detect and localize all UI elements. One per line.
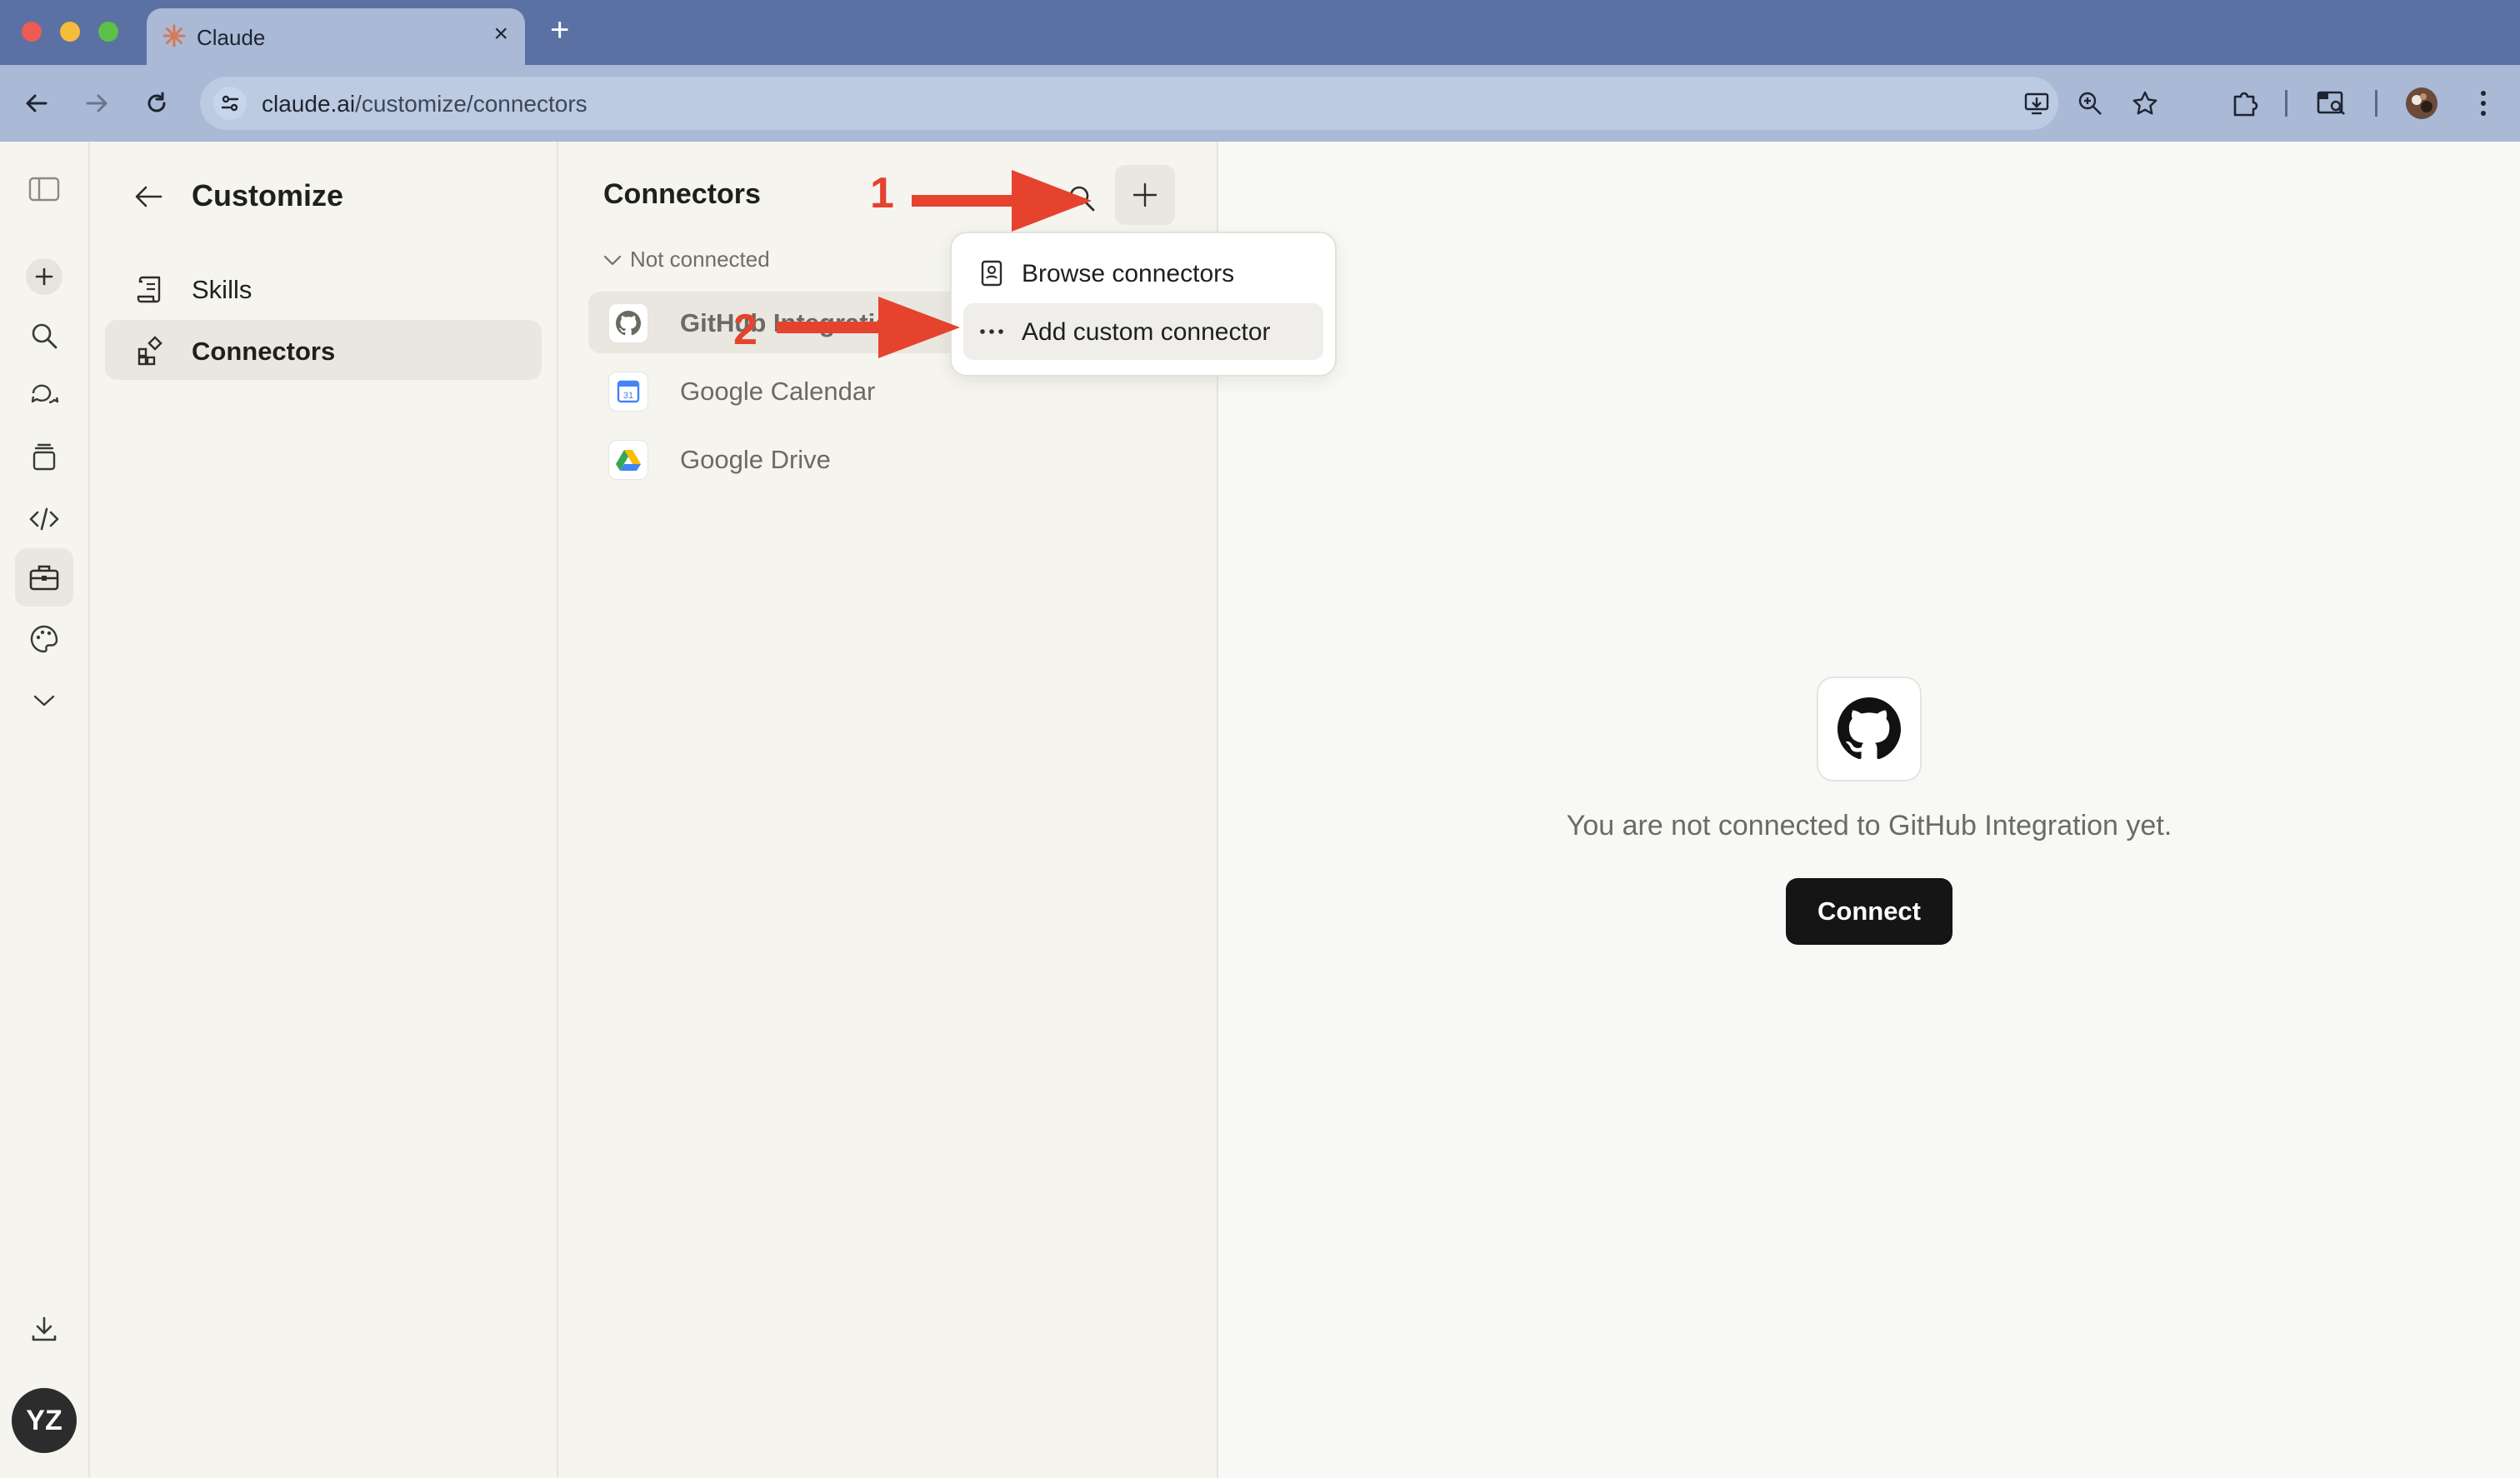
left-rail: YZ	[0, 142, 90, 1478]
google-drive-icon	[608, 440, 648, 480]
download-app-button[interactable]	[23, 1308, 65, 1350]
new-chat-button[interactable]	[26, 258, 62, 295]
download-icon	[32, 1316, 57, 1341]
connector-detail-pane: You are not connected to GitHub Integrat…	[1218, 142, 2520, 1478]
page-title: Customize	[192, 178, 344, 212]
address-bar[interactable]: claude.ai/customize/connectors	[200, 77, 2158, 130]
google-calendar-icon: 31	[608, 372, 648, 412]
palette-icon	[30, 625, 58, 653]
claude-app: YZ Customize Skills Connectors Connector…	[0, 142, 2520, 1478]
back-button[interactable]	[130, 178, 167, 215]
customize-button[interactable]	[23, 557, 65, 598]
forward-button[interactable]	[78, 85, 115, 122]
kebab-menu-icon	[2481, 91, 2486, 116]
connector-item-google-drive[interactable]: Google Drive	[588, 428, 1055, 490]
chevron-down-icon	[33, 695, 55, 707]
annotation-step-1: 1	[870, 169, 894, 217]
toolbar-separator	[2285, 90, 2288, 117]
group-label: Not connected	[630, 247, 770, 272]
tab-search-icon	[2317, 91, 2345, 115]
svg-text:31: 31	[623, 391, 633, 401]
annotation-arrow-2-icon	[777, 297, 960, 358]
nav-item-skills[interactable]: Skills	[105, 258, 542, 318]
browser-toolbar: claude.ai/customize/connectors	[0, 65, 2520, 142]
tab-claude[interactable]: Claude ×	[147, 8, 525, 65]
new-tab-button[interactable]: +	[550, 12, 569, 49]
arrow-right-icon	[86, 94, 108, 112]
zoom-icon[interactable]	[2077, 90, 2103, 117]
add-connector-menu: Browse connectors Add custom connector	[950, 232, 1337, 377]
nav-item-connectors[interactable]: Connectors	[105, 320, 542, 380]
more-button[interactable]	[23, 680, 65, 722]
search-button[interactable]	[23, 315, 65, 357]
not-connected-group-toggle[interactable]: Not connected	[603, 247, 770, 272]
appearance-button[interactable]	[23, 618, 65, 660]
user-avatar[interactable]: YZ	[12, 1388, 77, 1453]
plus-icon	[1132, 182, 1158, 207]
scroll-icon	[135, 273, 167, 305]
tab-search-button[interactable]	[2315, 87, 2348, 120]
url-text: claude.ai/customize/connectors	[262, 91, 588, 117]
url-host: claude.ai	[262, 91, 356, 117]
url-path: /customize/connectors	[355, 91, 588, 117]
code-button[interactable]	[23, 498, 65, 540]
not-connected-message: You are not connected to GitHub Integrat…	[1566, 810, 2172, 841]
close-window-button[interactable]	[22, 22, 42, 42]
plus-icon	[35, 267, 53, 286]
menu-label: Browse connectors	[1022, 260, 1235, 287]
book-icon	[978, 260, 1005, 287]
reload-icon	[148, 92, 166, 112]
profile-photo-icon	[2406, 87, 2438, 119]
annotation-step-2: 2	[733, 306, 758, 354]
bookmark-star-icon[interactable]	[2132, 90, 2158, 117]
extensions-button[interactable]	[2228, 87, 2262, 120]
reload-button[interactable]	[138, 85, 175, 122]
toolbar-separator	[2375, 90, 2378, 117]
code-icon	[29, 507, 59, 531]
install-app-icon[interactable]	[2023, 90, 2050, 117]
menu-item-browse-connectors[interactable]: Browse connectors	[963, 245, 1323, 302]
github-icon	[608, 303, 648, 343]
close-tab-icon[interactable]: ×	[493, 20, 508, 48]
connect-button[interactable]: Connect	[1786, 878, 1952, 945]
customize-panel: Customize Skills Connectors	[90, 142, 558, 1478]
back-button[interactable]	[18, 85, 55, 122]
stack-icon	[32, 443, 56, 471]
chevron-down-icon	[603, 255, 622, 266]
connectors-title: Connectors	[603, 178, 761, 210]
arrow-left-icon	[26, 94, 48, 112]
site-settings-icon[interactable]	[213, 87, 247, 120]
menu-label: Add custom connector	[1022, 318, 1271, 346]
tab-title: Claude	[197, 25, 266, 50]
nav-label-connectors: Connectors	[192, 337, 336, 366]
browser-window: Claude × + claude.ai/customize/connector…	[0, 0, 2520, 1478]
puzzle-icon	[2233, 92, 2258, 117]
minimize-window-button[interactable]	[60, 22, 80, 42]
chat-bubbles-icon	[31, 384, 59, 404]
browser-menu-button[interactable]	[2467, 87, 2500, 120]
github-icon	[1838, 697, 1901, 760]
sidebar-icon	[28, 177, 60, 202]
github-logo-tile	[1817, 677, 1922, 781]
projects-button[interactable]	[23, 437, 65, 478]
connector-label: Google Calendar	[680, 377, 876, 406]
search-icon	[32, 323, 58, 349]
connector-label: Google Drive	[680, 445, 831, 474]
more-horizontal-icon	[978, 318, 1005, 345]
connectors-grid-icon	[135, 335, 167, 367]
toolbox-icon	[29, 565, 59, 591]
arrow-left-icon	[135, 186, 162, 207]
zoom-window-button[interactable]	[98, 22, 118, 42]
annotation-arrow-1-icon	[912, 170, 1092, 232]
toggle-sidebar-button[interactable]	[23, 168, 65, 210]
tab-bar: Claude × +	[0, 0, 2520, 65]
chats-button[interactable]	[23, 375, 65, 417]
profile-avatar[interactable]	[2405, 87, 2438, 120]
add-connector-button[interactable]	[1115, 165, 1175, 225]
menu-item-add-custom-connector[interactable]: Add custom connector	[963, 303, 1323, 360]
nav-label-skills: Skills	[192, 275, 252, 304]
claude-logo-icon	[162, 24, 186, 47]
